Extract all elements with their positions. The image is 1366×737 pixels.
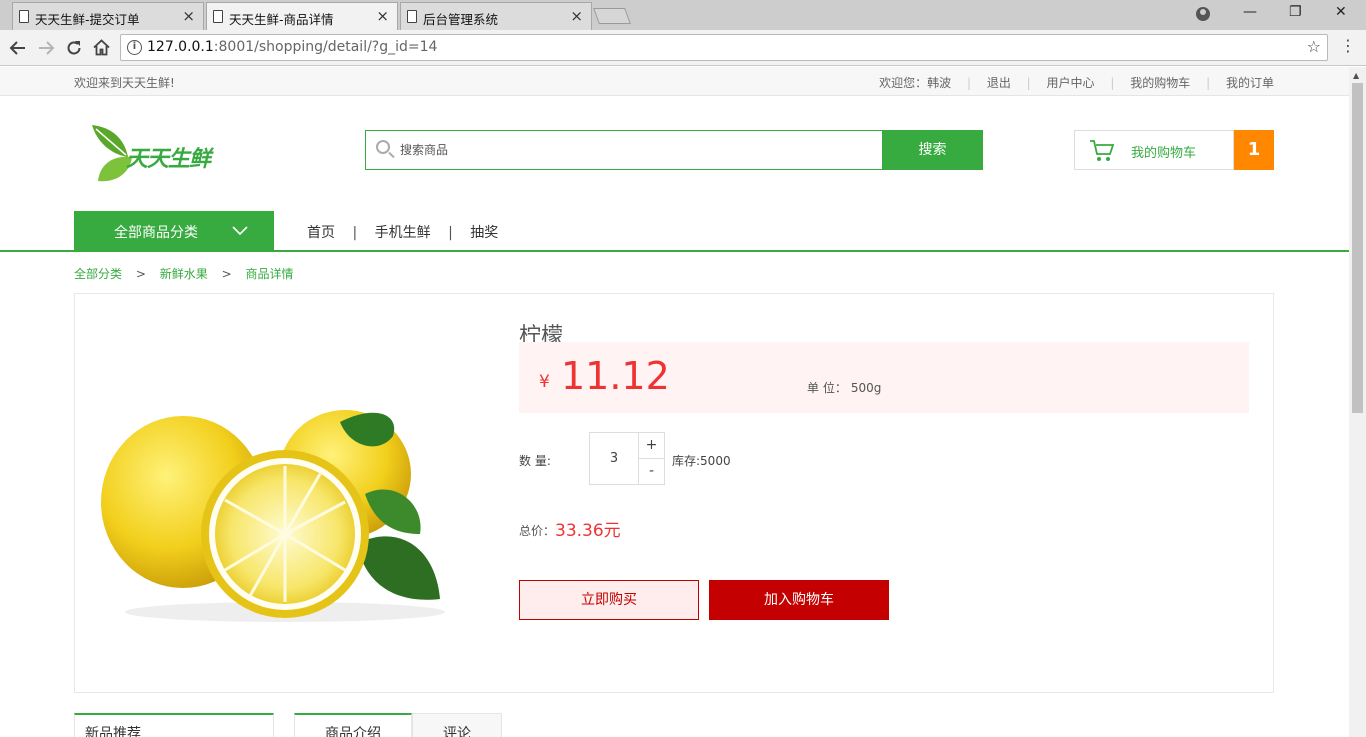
address-bar[interactable]: i 127.0.0.1:8001/shopping/detail/?g_id=1… [120,34,1328,61]
url-host: 127.0.0.1 [147,39,214,55]
cart-count-badge: 1 [1234,130,1274,170]
total-price: 33.36元 [555,521,621,541]
minimize-button[interactable]: — [1243,4,1257,20]
currency-symbol: ¥ [539,372,550,392]
page-viewport: 欢迎来到天天生鲜! 欢迎您：韩波 | 退出 | 用户中心 | 我的购物车 | 我… [0,67,1349,737]
main-nav: 首页 | 手机生鲜 | 抽奖 [307,222,498,242]
tab-close-icon[interactable]: × [182,7,195,25]
site-logo[interactable]: 天天生鲜 [90,123,250,185]
scroll-up-arrow-icon[interactable]: ▲ [1353,71,1359,80]
quantity-decrease-button[interactable]: - [638,458,665,485]
unit-label: 单 位： [807,381,847,395]
breadcrumb-separator: > [221,267,232,281]
product-detail-panel: 柠檬 ¥ 11.12 单 位： 500g 数 量: 3 + - 库存:5000 总… [74,293,1274,693]
tab-title: 天天生鲜-提交订单 [35,12,140,27]
page-scrollbar[interactable]: ▲ [1349,67,1366,737]
scrollbar-thumb[interactable] [1352,83,1363,413]
new-tab-button[interactable] [593,8,631,24]
logout-link[interactable]: 退出 [987,76,1011,90]
browser-tab-admin[interactable]: 后台管理系统 × [400,2,592,30]
user-links: 欢迎您：韩波 | 退出 | 用户中心 | 我的购物车 | 我的订单 [879,74,1274,91]
logo-text: 天天生鲜 [126,147,211,172]
header-cart[interactable]: 我的购物车 [1074,130,1234,170]
my-cart-link[interactable]: 我的购物车 [1130,76,1190,90]
nav-item-home[interactable]: 首页 [307,225,335,241]
product-image [101,410,445,622]
unit-value: 500g [850,381,882,395]
search-input[interactable] [400,139,860,161]
tab-title: 天天生鲜-商品详情 [229,12,334,27]
total-label: 总价： [519,524,556,538]
unit-info: 单 位： 500g [807,379,881,396]
tab-close-icon[interactable]: × [570,7,583,25]
cart-icon [1090,140,1115,161]
close-window-button[interactable]: ✕ [1335,4,1347,20]
document-icon [19,10,29,23]
search-box [365,130,883,170]
buy-now-button[interactable]: 立即购买 [519,580,699,620]
separator: | [448,225,453,241]
url-text[interactable]: 127.0.0.1:8001/shopping/detail/?g_id=14 [147,39,437,55]
my-orders-link[interactable]: 我的订单 [1226,76,1274,90]
separator: | [1206,76,1211,90]
quantity-label: 数 量: [519,454,551,468]
restore-button[interactable]: ❐ [1289,4,1302,20]
url-path: :8001/shopping/detail/?g_id=14 [213,39,438,55]
browser-toolbar: i 127.0.0.1:8001/shopping/detail/?g_id=1… [0,30,1366,66]
new-goods-title: 新品推荐 [85,726,141,737]
user-greeting: 欢迎您：韩波 [879,76,952,90]
breadcrumb: 全部分类 > 新鲜水果 > 商品详情 [74,265,293,282]
stock-count: 库存:5000 [672,454,731,468]
nav-item-lottery[interactable]: 抽奖 [470,225,498,241]
quantity-input[interactable]: 3 [589,432,639,485]
tab-product-intro[interactable]: 商品介绍 [294,713,412,737]
document-icon [407,10,417,23]
nav-item-mobile-fresh[interactable]: 手机生鲜 [375,225,431,241]
profile-icon[interactable] [1196,7,1210,21]
arrow-right-icon[interactable] [37,39,55,57]
chevron-down-icon [232,226,248,236]
nav-divider [0,250,1349,252]
search-button[interactable]: 搜索 [882,130,983,170]
add-to-cart-button[interactable]: 加入购物车 [709,580,889,620]
tab-title: 后台管理系统 [423,12,499,27]
home-icon[interactable] [92,38,111,57]
new-goods-panel: 新品推荐 [74,713,274,737]
tab-close-icon[interactable]: × [376,7,389,25]
info-icon[interactable]: i [127,40,142,55]
separator: | [966,76,971,90]
breadcrumb-fresh-fruit[interactable]: 新鲜水果 [160,267,208,281]
separator: | [1026,76,1031,90]
cart-label: 我的购物车 [1131,146,1197,161]
all-categories-button[interactable]: 全部商品分类 [74,211,274,251]
separator: | [352,225,358,241]
breadcrumb-all-categories[interactable]: 全部分类 [74,267,122,281]
breadcrumb-product-detail[interactable]: 商品详情 [245,267,293,281]
browser-tab-submit-order[interactable]: 天天生鲜-提交订单 × [12,2,204,30]
product-price: 11.12 [561,354,670,398]
arrow-left-icon[interactable] [9,39,27,57]
welcome-text: 欢迎来到天天生鲜! [74,76,175,90]
site-topbar: 欢迎来到天天生鲜! 欢迎您：韩波 | 退出 | 用户中心 | 我的购物车 | 我… [0,67,1349,96]
quantity-increase-button[interactable]: + [638,432,665,459]
browser-tab-strip: 天天生鲜-提交订单 × 天天生鲜-商品详情 × 后台管理系统 × — ❐ ✕ [0,0,1366,31]
search-icon [376,140,390,154]
browser-tab-product-detail[interactable]: 天天生鲜-商品详情 × [206,2,398,31]
user-center-link[interactable]: 用户中心 [1047,76,1095,90]
tab-comments[interactable]: 评论 [412,713,502,737]
category-label: 全部商品分类 [114,225,198,241]
price-panel: ¥ 11.12 单 位： 500g [519,342,1249,413]
document-icon [213,10,223,23]
reload-icon[interactable] [65,39,83,57]
separator: | [1110,76,1115,90]
kebab-menu-icon[interactable]: ⋮ [1340,36,1356,55]
star-icon[interactable]: ☆ [1307,37,1321,56]
breadcrumb-separator: > [135,267,146,281]
